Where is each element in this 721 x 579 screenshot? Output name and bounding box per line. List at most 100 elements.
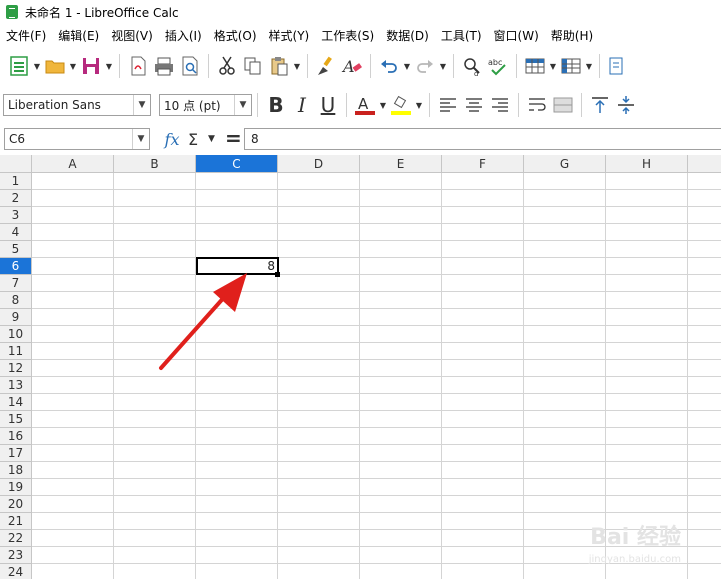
redo-icon[interactable]	[412, 53, 438, 79]
row-header-4[interactable]: 4	[0, 224, 32, 241]
menu-format[interactable]: 格式(O)	[208, 27, 263, 44]
menu-help[interactable]: 帮助(H)	[545, 27, 599, 44]
row-header-21[interactable]: 21	[0, 513, 32, 530]
sum-dropdown-icon[interactable]: ▼	[208, 128, 215, 150]
menu-tools[interactable]: 工具(T)	[435, 27, 488, 44]
column-header-h[interactable]: H	[606, 155, 688, 173]
row-header-15[interactable]: 15	[0, 411, 32, 428]
save-dropdown-icon[interactable]: ▼	[104, 53, 114, 79]
row-header-5[interactable]: 5	[0, 241, 32, 258]
italic-icon[interactable]: I	[289, 92, 315, 118]
align-top-icon[interactable]	[587, 92, 613, 118]
copy-icon[interactable]	[240, 53, 266, 79]
toolbar-separator	[429, 93, 430, 117]
spelling-icon[interactable]: abc	[485, 53, 511, 79]
row-header-3[interactable]: 3	[0, 207, 32, 224]
menu-edit[interactable]: 编辑(E)	[52, 27, 105, 44]
font-name-combo[interactable]: Liberation Sans ▼	[3, 94, 151, 116]
row-header-13[interactable]: 13	[0, 377, 32, 394]
paste-icon[interactable]	[266, 53, 292, 79]
open-dropdown-icon[interactable]: ▼	[68, 53, 78, 79]
column-header-e[interactable]: E	[360, 155, 442, 173]
menu-styles[interactable]: 样式(Y)	[263, 27, 316, 44]
open-folder-icon[interactable]	[42, 53, 68, 79]
font-size-combo[interactable]: 10 点 (pt) ▼	[159, 94, 252, 116]
toolbar-separator	[518, 93, 519, 117]
new-spreadsheet-icon[interactable]	[6, 53, 32, 79]
row-header-24[interactable]: 24	[0, 564, 32, 579]
column-header-f[interactable]: F	[442, 155, 524, 173]
menu-data[interactable]: 数据(D)	[380, 27, 435, 44]
function-wizard-icon[interactable]: fx	[160, 128, 184, 150]
chevron-down-icon[interactable]: ▼	[133, 95, 150, 115]
chevron-down-icon[interactable]: ▼	[234, 95, 251, 115]
chevron-down-icon[interactable]: ▼	[132, 129, 149, 149]
autofill-handle[interactable]	[275, 272, 280, 277]
row-icon[interactable]	[522, 53, 548, 79]
row-header-14[interactable]: 14	[0, 394, 32, 411]
formula-equals-icon[interactable]: =	[225, 126, 242, 150]
menu-insert[interactable]: 插入(I)	[159, 27, 208, 44]
row-header-16[interactable]: 16	[0, 428, 32, 445]
name-box[interactable]: C6 ▼	[4, 128, 150, 150]
align-right-icon[interactable]	[487, 92, 513, 118]
paste-dropdown-icon[interactable]: ▼	[292, 53, 302, 79]
column-header-d[interactable]: D	[278, 155, 360, 173]
center-vertically-icon[interactable]	[613, 92, 639, 118]
highlight-dropdown-icon[interactable]: ▼	[414, 92, 424, 118]
column-dropdown-icon[interactable]: ▼	[584, 53, 594, 79]
redo-dropdown-icon[interactable]: ▼	[438, 53, 448, 79]
row-header-20[interactable]: 20	[0, 496, 32, 513]
row-header-11[interactable]: 11	[0, 343, 32, 360]
row-header-7[interactable]: 7	[0, 275, 32, 292]
print-preview-icon[interactable]	[177, 53, 203, 79]
sort-icon[interactable]	[605, 53, 631, 79]
column-header-b[interactable]: B	[114, 155, 196, 173]
menu-sheet[interactable]: 工作表(S)	[315, 27, 380, 44]
row-header-6[interactable]: 6	[0, 258, 32, 275]
row-header-8[interactable]: 8	[0, 292, 32, 309]
font-color-icon[interactable]: A	[352, 92, 378, 118]
align-left-icon[interactable]	[435, 92, 461, 118]
row-header-22[interactable]: 22	[0, 530, 32, 547]
new-dropdown-icon[interactable]: ▼	[32, 53, 42, 79]
save-icon[interactable]	[78, 53, 104, 79]
bold-icon[interactable]: B	[263, 92, 289, 118]
row-header-23[interactable]: 23	[0, 547, 32, 564]
column-icon[interactable]	[558, 53, 584, 79]
baidu-watermark-url: jingyan.baidu.com	[588, 554, 681, 565]
row-header-18[interactable]: 18	[0, 462, 32, 479]
row-header-9[interactable]: 9	[0, 309, 32, 326]
export-pdf-icon[interactable]	[125, 53, 151, 79]
formula-input[interactable]: 8	[244, 128, 721, 150]
print-icon[interactable]	[151, 53, 177, 79]
column-header-g[interactable]: G	[524, 155, 606, 173]
row-header-19[interactable]: 19	[0, 479, 32, 496]
underline-icon[interactable]: U	[315, 92, 341, 118]
column-header-c[interactable]: C	[196, 155, 278, 173]
row-header-1[interactable]: 1	[0, 173, 32, 190]
align-center-icon[interactable]	[461, 92, 487, 118]
column-header-a[interactable]: A	[32, 155, 114, 173]
clone-formatting-icon[interactable]	[313, 53, 339, 79]
row-header-12[interactable]: 12	[0, 360, 32, 377]
sum-icon[interactable]: Σ	[188, 128, 198, 150]
clear-formatting-icon[interactable]: A	[339, 53, 365, 79]
wrap-text-icon[interactable]	[524, 92, 550, 118]
row-dropdown-icon[interactable]: ▼	[548, 53, 558, 79]
menu-window[interactable]: 窗口(W)	[488, 27, 545, 44]
find-replace-icon[interactable]: d	[459, 53, 485, 79]
row-header-10[interactable]: 10	[0, 326, 32, 343]
undo-dropdown-icon[interactable]: ▼	[402, 53, 412, 79]
select-all-corner[interactable]	[0, 155, 32, 173]
row-header-17[interactable]: 17	[0, 445, 32, 462]
row-header-2[interactable]: 2	[0, 190, 32, 207]
cut-icon[interactable]	[214, 53, 240, 79]
menu-file[interactable]: 文件(F)	[0, 27, 52, 44]
menu-view[interactable]: 视图(V)	[105, 27, 159, 44]
column-header-partial[interactable]	[688, 155, 721, 173]
merge-cells-icon[interactable]	[550, 92, 576, 118]
undo-icon[interactable]	[376, 53, 402, 79]
font-color-dropdown-icon[interactable]: ▼	[378, 92, 388, 118]
highlight-color-icon[interactable]	[388, 92, 414, 118]
